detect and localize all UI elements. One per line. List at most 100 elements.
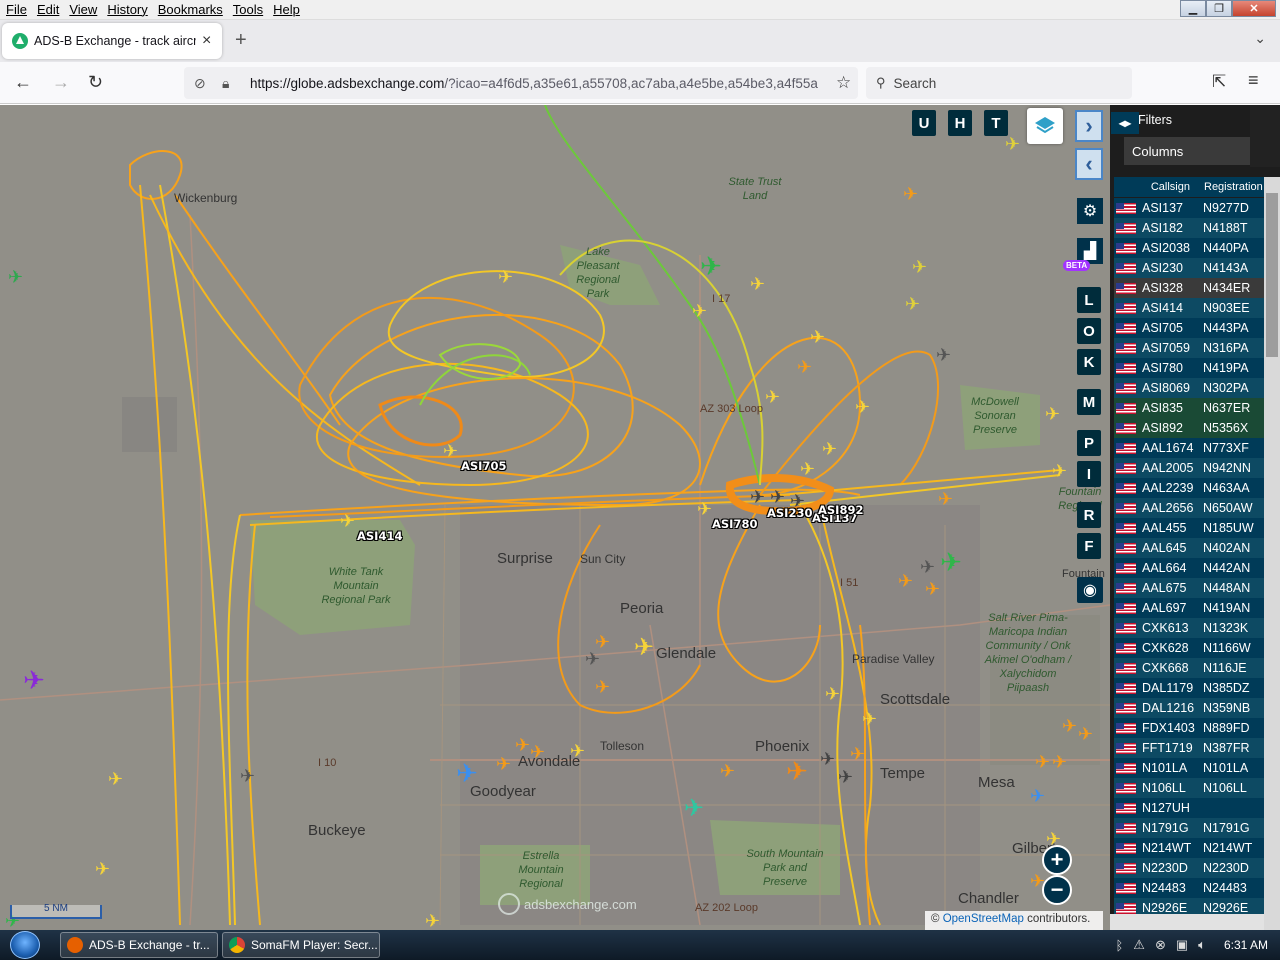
toggle-u-button[interactable]: U bbox=[912, 110, 936, 136]
table-row[interactable]: ASI7059 N316PA bbox=[1114, 338, 1264, 358]
reload-icon[interactable]: ↻ bbox=[88, 72, 103, 93]
filters-button[interactable]: Filters bbox=[1138, 113, 1172, 127]
table-row[interactable]: AAL2005 N942NN bbox=[1114, 458, 1264, 478]
table-row[interactable]: AAL1674 N773XF bbox=[1114, 438, 1264, 458]
toggle-k-button[interactable]: K bbox=[1077, 349, 1101, 375]
table-row[interactable]: ASI137 N9277D bbox=[1114, 198, 1264, 218]
lock-icon[interactable]: 🔒︎ bbox=[222, 75, 240, 92]
table-row[interactable]: AAL697 N419AN bbox=[1114, 598, 1264, 618]
back-icon[interactable]: ← bbox=[14, 72, 32, 93]
menu-bookmarks[interactable]: Bookmarks bbox=[154, 2, 227, 17]
map-view[interactable]: ✈ ✈ ✈ ✈ ✈ ✈ ✈ ✈ ✈ ✈ ✈ ✈ ✈ ✈ ✈ ✈ ✈ ✈ ✈ ✈ bbox=[0, 105, 1110, 930]
start-button[interactable] bbox=[4, 930, 48, 960]
security-icon[interactable]: ⊗ bbox=[1155, 937, 1166, 953]
menu-view[interactable]: View bbox=[65, 2, 101, 17]
aircraft-label[interactable]: ASI780 bbox=[712, 517, 757, 531]
panel-toggle-icon[interactable]: ◂▸ bbox=[1111, 112, 1139, 134]
table-row[interactable]: ASI182 N4188T bbox=[1114, 218, 1264, 238]
network-warning-icon[interactable]: ⚠ bbox=[1133, 937, 1145, 953]
menu-history[interactable]: History bbox=[103, 2, 151, 17]
toggle-o-button[interactable]: O bbox=[1077, 318, 1101, 344]
toggle-m-button[interactable]: M bbox=[1077, 389, 1101, 415]
aircraft-label[interactable]: ASI705 bbox=[461, 459, 506, 473]
table-row[interactable]: FDX1403 N889FD bbox=[1114, 718, 1264, 738]
toggle-l-button[interactable]: L bbox=[1077, 287, 1101, 313]
table-row[interactable]: ASI835 N637ER bbox=[1114, 398, 1264, 418]
minimize-icon[interactable]: ▁ bbox=[1180, 0, 1206, 17]
zoom-out-button[interactable]: − bbox=[1042, 875, 1072, 905]
table-row[interactable]: CXK628 N1166W bbox=[1114, 638, 1264, 658]
table-row[interactable]: DAL1216 N359NB bbox=[1114, 698, 1264, 718]
new-tab-button[interactable]: + bbox=[235, 29, 247, 52]
table-row[interactable]: FFT1719 N387FR bbox=[1114, 738, 1264, 758]
toggle-f-button[interactable]: F bbox=[1077, 533, 1101, 559]
zoom-in-button[interactable]: + bbox=[1042, 845, 1072, 875]
toggle-i-button[interactable]: I bbox=[1077, 461, 1101, 487]
table-row[interactable]: N101LA N101LA bbox=[1114, 758, 1264, 778]
horizontal-scrollbar[interactable] bbox=[1110, 914, 1264, 930]
table-row[interactable]: ASI705 N443PA bbox=[1114, 318, 1264, 338]
menu-file[interactable]: File bbox=[2, 2, 31, 17]
table-row[interactable]: ASI892 N5356X bbox=[1114, 418, 1264, 438]
settings-gear-icon[interactable]: ⚙ bbox=[1077, 198, 1103, 224]
table-row[interactable]: AAL675 N448AN bbox=[1114, 578, 1264, 598]
table-row[interactable]: AAL645 N402AN bbox=[1114, 538, 1264, 558]
header-registration[interactable]: Registration bbox=[1202, 181, 1264, 193]
table-row[interactable]: N24483 N24483 bbox=[1114, 878, 1264, 898]
table-row[interactable]: AAL2656 N650AW bbox=[1114, 498, 1264, 518]
search-bar[interactable]: ⚲ Search bbox=[866, 67, 1132, 99]
bookmark-star-icon[interactable]: ☆ bbox=[836, 73, 851, 93]
clock[interactable]: 6:31 AM bbox=[1224, 938, 1268, 952]
table-row[interactable]: AAL2239 N463AA bbox=[1114, 478, 1264, 498]
table-row[interactable]: ASI8069 N302PA bbox=[1114, 378, 1264, 398]
table-row[interactable]: N214WT N214WT bbox=[1114, 838, 1264, 858]
header-callsign[interactable]: Callsign bbox=[1114, 181, 1202, 193]
table-row[interactable]: CXK668 N116JE bbox=[1114, 658, 1264, 678]
toggle-t-button[interactable]: T bbox=[984, 110, 1008, 136]
chevron-left-icon[interactable]: ‹ bbox=[1075, 148, 1103, 180]
table-row[interactable]: N1791G N1791G bbox=[1114, 818, 1264, 838]
menu-help[interactable]: Help bbox=[269, 2, 304, 17]
close-window-icon[interactable]: ✕ bbox=[1232, 0, 1276, 17]
table-row[interactable]: ASI230 N4143A bbox=[1114, 258, 1264, 278]
close-tab-icon[interactable]: × bbox=[202, 32, 211, 50]
display-icon[interactable]: ▣ bbox=[1176, 937, 1188, 953]
table-row[interactable]: ASI414 N903EE bbox=[1114, 298, 1264, 318]
toggle-r-button[interactable]: R bbox=[1077, 502, 1101, 528]
table-row[interactable]: N2230D N2230D bbox=[1114, 858, 1264, 878]
forward-icon[interactable]: → bbox=[52, 72, 70, 93]
replay-icon[interactable]: ◉ bbox=[1077, 577, 1103, 603]
menu-edit[interactable]: Edit bbox=[33, 2, 63, 17]
aircraft-label[interactable]: ASI414 bbox=[357, 529, 402, 543]
aircraft-label[interactable]: ASI230 bbox=[767, 506, 812, 520]
scrollbar-thumb[interactable] bbox=[1266, 193, 1278, 357]
toggle-p-button[interactable]: P bbox=[1077, 430, 1101, 456]
table-row[interactable]: ASI780 N419PA bbox=[1114, 358, 1264, 378]
table-row[interactable]: ASI2038 N440PA bbox=[1114, 238, 1264, 258]
taskbar-item-chrome[interactable]: SomaFM Player: Secr... bbox=[222, 932, 380, 958]
volume-icon[interactable]: 🔈︎ bbox=[1198, 937, 1206, 953]
chevron-right-icon[interactable]: › bbox=[1075, 110, 1103, 142]
list-tabs-chevron-icon[interactable]: ⌄ bbox=[1254, 30, 1266, 47]
osm-link[interactable]: OpenStreetMap bbox=[943, 913, 1024, 925]
table-row[interactable]: AAL455 N185UW bbox=[1114, 518, 1264, 538]
table-row[interactable]: DAL1179 N385DZ bbox=[1114, 678, 1264, 698]
table-row[interactable]: N127UH bbox=[1114, 798, 1264, 818]
maximize-icon[interactable]: ❐ bbox=[1206, 0, 1232, 17]
tracking-protection-icon[interactable]: ⊘ bbox=[194, 75, 212, 92]
tab-adsb-exchange[interactable]: ADS-B Exchange - track aircraft × bbox=[2, 23, 222, 59]
vertical-scrollbar[interactable] bbox=[1264, 177, 1280, 930]
table-row[interactable]: CXK613 N1323K bbox=[1114, 618, 1264, 638]
aircraft-label[interactable]: ASI892 bbox=[818, 503, 863, 517]
extensions-icon[interactable]: ⇱ bbox=[1212, 72, 1226, 92]
layers-button[interactable] bbox=[1027, 108, 1063, 144]
bluetooth-icon[interactable]: ᛒ bbox=[1115, 938, 1123, 953]
columns-button[interactable]: Columns bbox=[1124, 137, 1250, 165]
menu-tools[interactable]: Tools bbox=[229, 2, 267, 17]
url-text[interactable]: https://globe.adsbexchange.com/?icao=a4f… bbox=[250, 76, 830, 91]
table-row[interactable]: N106LL N106LL bbox=[1114, 778, 1264, 798]
hamburger-menu-icon[interactable]: ≡ bbox=[1248, 70, 1259, 91]
taskbar-item-firefox[interactable]: ADS-B Exchange - tr... bbox=[60, 932, 218, 958]
url-bar[interactable]: ⊘ 🔒︎ https://globe.adsbexchange.com/?ica… bbox=[184, 67, 858, 99]
toggle-h-button[interactable]: H bbox=[948, 110, 972, 136]
